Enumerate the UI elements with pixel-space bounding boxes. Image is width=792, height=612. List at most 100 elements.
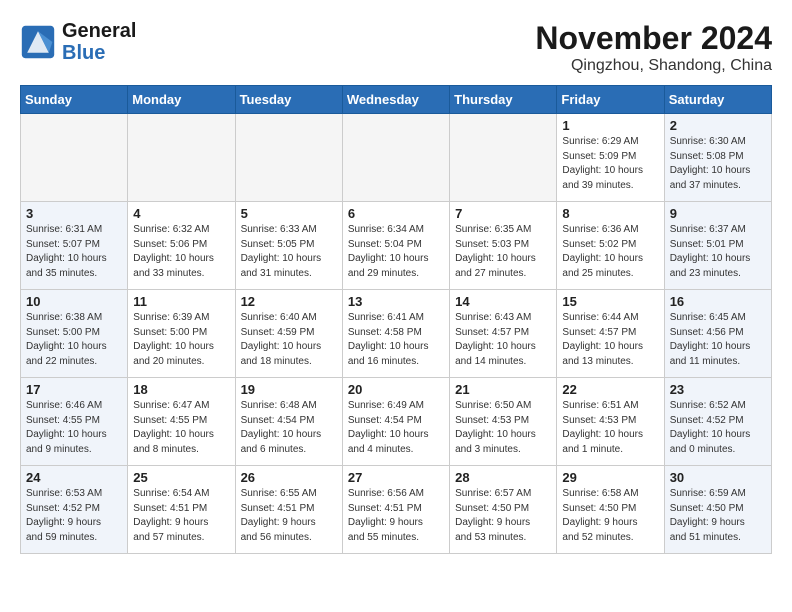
calendar-week-3: 10 Sunrise: 6:38 AM Sunset: 5:00 PM Dayli…: [21, 290, 772, 378]
calendar-day: 25Sunrise: 6:54 AM Sunset: 4:51 PM Dayli…: [128, 466, 235, 554]
logo-line2: Blue: [62, 42, 136, 64]
day-number: 26: [241, 470, 337, 485]
calendar-day: [342, 114, 449, 202]
day-info: Sunrise: 6:45 AM Sunset: 4:56 PM Dayligh…: [670, 311, 766, 369]
day-info: Sunrise: 6:59 AM Sunset: 4:50 PM Dayligh…: [670, 487, 766, 545]
logo-line1: General: [62, 20, 136, 42]
day-info: Sunrise: 6:48 AM Sunset: 4:54 PM Dayligh…: [241, 399, 337, 457]
calendar-day: 17 Sunrise: 6:46 AM Sunset: 4:55 PM Dayli…: [21, 378, 128, 466]
calendar-day: 13Sunrise: 6:41 AM Sunset: 4:58 PM Dayli…: [342, 290, 449, 378]
calendar-day: 10 Sunrise: 6:38 AM Sunset: 5:00 PM Dayli…: [21, 290, 128, 378]
day-number: 25: [133, 470, 229, 485]
calendar-day: 24Sunrise: 6:53 AM Sunset: 4:52 PM Dayli…: [21, 466, 128, 554]
calendar-day: 7 Sunrise: 6:35 AM Sunset: 5:03 PM Daylig…: [450, 202, 557, 290]
calendar-day: 16 Sunrise: 6:45 AM Sunset: 4:56 PM Dayli…: [664, 290, 771, 378]
day-info: Sunrise: 6:51 AM Sunset: 4:53 PM Dayligh…: [562, 399, 658, 457]
weekday-header-sunday: Sunday: [21, 86, 128, 114]
weekday-header-wednesday: Wednesday: [342, 86, 449, 114]
day-number: 20: [348, 382, 444, 397]
calendar-day: 14 Sunrise: 6:43 AM Sunset: 4:57 PM Dayli…: [450, 290, 557, 378]
day-info: Sunrise: 6:29 AM Sunset: 5:09 PM Dayligh…: [562, 135, 658, 193]
day-number: 21: [455, 382, 551, 397]
calendar-day: 21Sunrise: 6:50 AM Sunset: 4:53 PM Dayli…: [450, 378, 557, 466]
day-info: Sunrise: 6:46 AM Sunset: 4:55 PM Dayligh…: [26, 399, 122, 457]
calendar-day: 11 Sunrise: 6:39 AM Sunset: 5:00 PM Dayli…: [128, 290, 235, 378]
day-number: 4: [133, 206, 229, 221]
calendar-day: 28 Sunrise: 6:57 AM Sunset: 4:50 PM Dayli…: [450, 466, 557, 554]
title-area: November 2024 Qingzhou, Shandong, China: [535, 20, 772, 75]
day-info: Sunrise: 6:34 AM Sunset: 5:04 PM Dayligh…: [348, 223, 444, 281]
day-info: Sunrise: 6:52 AM Sunset: 4:52 PM Dayligh…: [670, 399, 766, 457]
day-info: Sunrise: 6:31 AM Sunset: 5:07 PM Dayligh…: [26, 223, 122, 281]
day-number: 3: [26, 206, 122, 221]
day-number: 13: [348, 294, 444, 309]
day-number: 15: [562, 294, 658, 309]
calendar-day: [450, 114, 557, 202]
calendar-day: 3 Sunrise: 6:31 AM Sunset: 5:07 PM Daylig…: [21, 202, 128, 290]
header: General Blue November 2024 Qingzhou, Sha…: [20, 20, 772, 75]
calendar-day: 4 Sunrise: 6:32 AM Sunset: 5:06 PM Daylig…: [128, 202, 235, 290]
weekday-header-saturday: Saturday: [664, 86, 771, 114]
day-number: 8: [562, 206, 658, 221]
day-number: 27: [348, 470, 444, 485]
calendar-day: 19 Sunrise: 6:48 AM Sunset: 4:54 PM Dayli…: [235, 378, 342, 466]
calendar-day: [21, 114, 128, 202]
day-info: Sunrise: 6:44 AM Sunset: 4:57 PM Dayligh…: [562, 311, 658, 369]
logo-icon: [20, 24, 56, 60]
day-info: Sunrise: 6:58 AM Sunset: 4:50 PM Dayligh…: [562, 487, 658, 545]
day-info: Sunrise: 6:32 AM Sunset: 5:06 PM Dayligh…: [133, 223, 229, 281]
logo: General Blue: [20, 20, 136, 64]
calendar-week-1: 1 Sunrise: 6:29 AM Sunset: 5:09 PM Daylig…: [21, 114, 772, 202]
day-number: 6: [348, 206, 444, 221]
weekday-header-monday: Monday: [128, 86, 235, 114]
location-title: Qingzhou, Shandong, China: [535, 57, 772, 75]
weekday-header-friday: Friday: [557, 86, 664, 114]
calendar-day: 9 Sunrise: 6:37 AM Sunset: 5:01 PM Daylig…: [664, 202, 771, 290]
day-number: 19: [241, 382, 337, 397]
calendar-table: SundayMondayTuesdayWednesdayThursdayFrid…: [20, 85, 772, 554]
day-number: 28: [455, 470, 551, 485]
day-number: 9: [670, 206, 766, 221]
day-number: 7: [455, 206, 551, 221]
day-info: Sunrise: 6:47 AM Sunset: 4:55 PM Dayligh…: [133, 399, 229, 457]
day-info: Sunrise: 6:40 AM Sunset: 4:59 PM Dayligh…: [241, 311, 337, 369]
day-number: 1: [562, 118, 658, 133]
calendar-day: 5Sunrise: 6:33 AM Sunset: 5:05 PM Daylig…: [235, 202, 342, 290]
day-info: Sunrise: 6:39 AM Sunset: 5:00 PM Dayligh…: [133, 311, 229, 369]
day-info: Sunrise: 6:35 AM Sunset: 5:03 PM Dayligh…: [455, 223, 551, 281]
calendar-day: 2Sunrise: 6:30 AM Sunset: 5:08 PM Daylig…: [664, 114, 771, 202]
calendar-day: 30 Sunrise: 6:59 AM Sunset: 4:50 PM Dayli…: [664, 466, 771, 554]
calendar-day: 29 Sunrise: 6:58 AM Sunset: 4:50 PM Dayli…: [557, 466, 664, 554]
calendar-day: 26Sunrise: 6:55 AM Sunset: 4:51 PM Dayli…: [235, 466, 342, 554]
month-title: November 2024: [535, 20, 772, 57]
calendar-header-row: SundayMondayTuesdayWednesdayThursdayFrid…: [21, 86, 772, 114]
day-number: 14: [455, 294, 551, 309]
calendar-day: 27 Sunrise: 6:56 AM Sunset: 4:51 PM Dayli…: [342, 466, 449, 554]
calendar-day: 20Sunrise: 6:49 AM Sunset: 4:54 PM Dayli…: [342, 378, 449, 466]
day-info: Sunrise: 6:56 AM Sunset: 4:51 PM Dayligh…: [348, 487, 444, 545]
calendar-day: 8Sunrise: 6:36 AM Sunset: 5:02 PM Daylig…: [557, 202, 664, 290]
day-number: 17: [26, 382, 122, 397]
day-number: 30: [670, 470, 766, 485]
day-number: 10: [26, 294, 122, 309]
calendar-day: 15 Sunrise: 6:44 AM Sunset: 4:57 PM Dayli…: [557, 290, 664, 378]
day-number: 2: [670, 118, 766, 133]
day-number: 29: [562, 470, 658, 485]
day-info: Sunrise: 6:53 AM Sunset: 4:52 PM Dayligh…: [26, 487, 122, 545]
calendar-day: 22Sunrise: 6:51 AM Sunset: 4:53 PM Dayli…: [557, 378, 664, 466]
calendar-week-4: 17 Sunrise: 6:46 AM Sunset: 4:55 PM Dayli…: [21, 378, 772, 466]
calendar-day: [128, 114, 235, 202]
weekday-header-thursday: Thursday: [450, 86, 557, 114]
calendar-week-2: 3 Sunrise: 6:31 AM Sunset: 5:07 PM Daylig…: [21, 202, 772, 290]
calendar-day: 1 Sunrise: 6:29 AM Sunset: 5:09 PM Daylig…: [557, 114, 664, 202]
day-info: Sunrise: 6:57 AM Sunset: 4:50 PM Dayligh…: [455, 487, 551, 545]
day-number: 12: [241, 294, 337, 309]
calendar-day: 6 Sunrise: 6:34 AM Sunset: 5:04 PM Daylig…: [342, 202, 449, 290]
day-info: Sunrise: 6:33 AM Sunset: 5:05 PM Dayligh…: [241, 223, 337, 281]
calendar-day: 23Sunrise: 6:52 AM Sunset: 4:52 PM Dayli…: [664, 378, 771, 466]
day-info: Sunrise: 6:38 AM Sunset: 5:00 PM Dayligh…: [26, 311, 122, 369]
day-number: 16: [670, 294, 766, 309]
day-number: 11: [133, 294, 229, 309]
day-info: Sunrise: 6:43 AM Sunset: 4:57 PM Dayligh…: [455, 311, 551, 369]
day-info: Sunrise: 6:37 AM Sunset: 5:01 PM Dayligh…: [670, 223, 766, 281]
